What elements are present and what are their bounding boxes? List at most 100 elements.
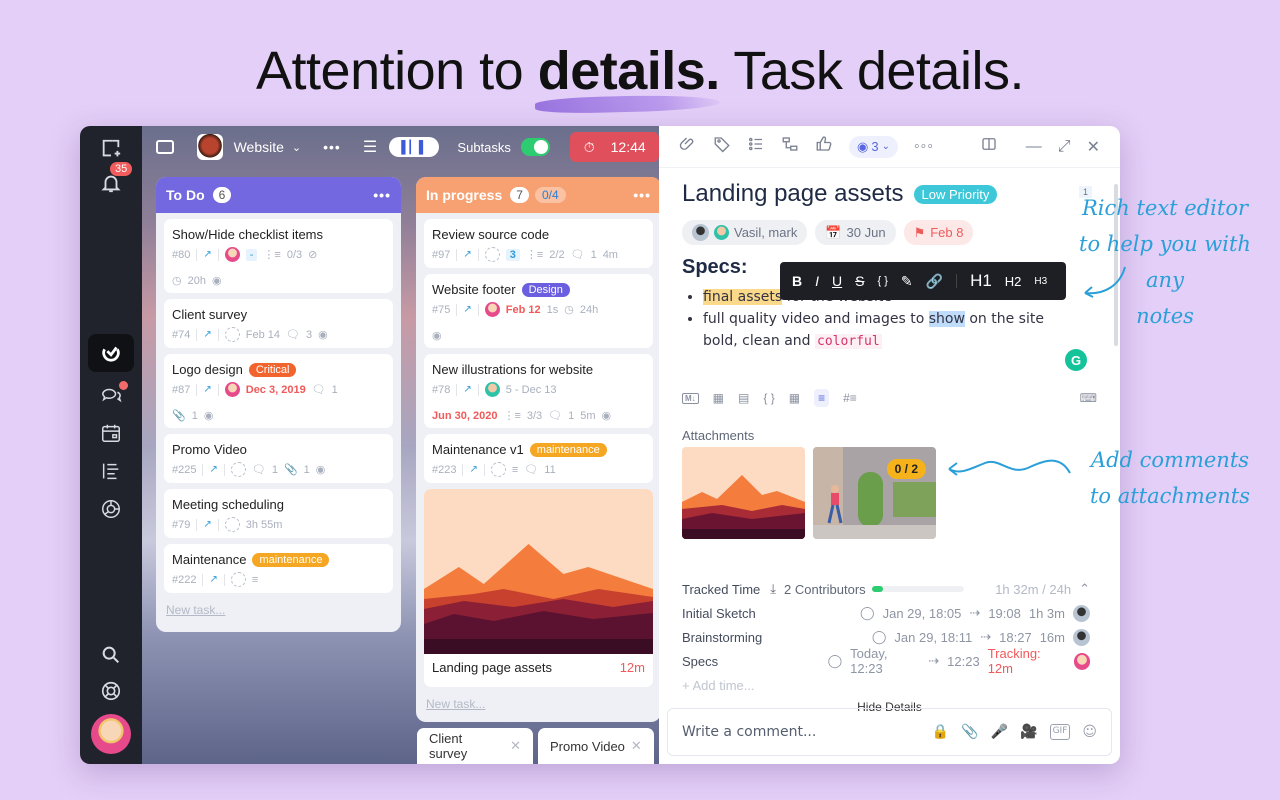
task-card-with-cover[interactable]: Landing page assets 12m (424, 489, 653, 687)
timer-button[interactable]: ⏱ 12:44 (570, 132, 659, 162)
paperclip-icon[interactable] (679, 135, 697, 158)
reports-icon[interactable] (100, 498, 122, 520)
underline-button[interactable]: U (832, 273, 842, 289)
priority-arrow-icon: ↗ (463, 384, 472, 395)
more-icon[interactable]: ◦◦◦ (914, 138, 934, 156)
task-card[interactable]: New illustrations for website #78 ↗ 5 - … (424, 354, 653, 428)
new-task-icon[interactable] (100, 138, 122, 160)
video-icon[interactable]: 🎥 (1020, 724, 1037, 740)
subtasks-toggle[interactable] (520, 138, 551, 156)
tracked-time-section: Tracked Time ⤓ 2 Contributors 1h 32m / 2… (682, 577, 1091, 697)
project-name[interactable]: Website (234, 139, 284, 155)
lock-icon[interactable]: 🔒 (932, 724, 949, 740)
thumbs-up-icon[interactable] (815, 135, 833, 158)
numbered-list-icon[interactable]: #≡ (843, 391, 857, 405)
priority-badge[interactable]: Low Priority (913, 184, 998, 204)
checklist-icon: ⋮≡ (263, 249, 281, 261)
image-icon[interactable]: ▦ (713, 391, 724, 405)
toggle-sidebar-icon[interactable] (156, 140, 174, 154)
italic-button[interactable]: I (815, 273, 819, 289)
subtasks-icon[interactable] (781, 135, 799, 158)
code-button[interactable]: { } (877, 275, 887, 287)
task-card[interactable]: Logo design Critical #87 ↗ Dec 3, 2019 🗨 1… (164, 354, 393, 428)
task-card[interactable]: Maintenance v1 maintenance #223 ↗ ≡ 🗨 11 (424, 434, 653, 483)
board-view-toggle[interactable]: ▌▏▌ (389, 137, 440, 157)
chevron-down-icon[interactable]: ⌄ (292, 141, 301, 154)
list-view-icon[interactable]: ☰ (363, 137, 377, 157)
close-icon[interactable]: ✕ (510, 738, 521, 754)
new-task-link[interactable]: New task... (416, 687, 661, 719)
task-card[interactable]: Meeting scheduling #79 ↗ 3h 55m (164, 489, 393, 538)
task-card[interactable]: Website footer Design #75 ↗ Feb 12 1s ◷ 24… (424, 274, 653, 348)
help-lifebuoy-icon[interactable] (100, 680, 122, 702)
due-date-chip[interactable]: ⚑ Feb 8 (903, 220, 974, 245)
assignees-chip[interactable]: Vasil, mark (682, 220, 808, 245)
gif-icon[interactable]: GIF (1049, 724, 1071, 740)
bullet-list-icon[interactable]: ≡ (814, 389, 830, 407)
emoji-icon[interactable]: ☺ (1082, 724, 1097, 740)
calendar-check-icon: 📅 (825, 224, 842, 240)
timer-value: 12:44 (610, 139, 646, 155)
code-block-icon[interactable]: { } (763, 391, 774, 405)
bold-button[interactable]: B (792, 273, 802, 289)
watchers-button[interactable]: ◉ 3 ⌄ (849, 135, 898, 158)
column-more-icon[interactable]: ••• (633, 187, 651, 203)
heading2-button[interactable]: H2 (1005, 274, 1022, 289)
dock-tab-promo-video[interactable]: Promo Video ✕ (538, 728, 654, 764)
markdown-icon[interactable]: M↓ (682, 392, 699, 404)
heading1-button[interactable]: H1 (970, 271, 992, 291)
grammarly-icon[interactable]: G (1065, 349, 1087, 371)
expand-icon[interactable]: ⤢ (1058, 138, 1071, 156)
task-card[interactable]: Maintenance maintenance #222 ↗ ≡ (164, 544, 393, 593)
comment-input[interactable]: Write a comment... 🔒 📎 🎤 🎥 GIF ☺ (667, 708, 1112, 756)
strikethrough-button[interactable]: S (855, 273, 864, 289)
checklist-icon[interactable] (747, 135, 765, 158)
time-entry-row[interactable]: Initial Sketch ◯ Jan 29, 18:05 ⇢ 19:08 1h 3m (682, 601, 1090, 625)
microphone-icon[interactable]: 🎤 (991, 724, 1008, 740)
task-card[interactable]: Client survey #74 ↗ Feb 14 🗨 3 ◉ (164, 299, 393, 348)
download-icon[interactable]: ⤓ (770, 581, 776, 597)
table-icon[interactable]: ▦ (789, 391, 800, 405)
search-icon[interactable] (100, 644, 122, 666)
column-more-icon[interactable]: ••• (373, 187, 391, 203)
comment-icon: 🗨 (570, 249, 585, 261)
highlight-icon[interactable]: ✎ (901, 273, 913, 290)
divider-icon[interactable]: ▤ (738, 391, 749, 405)
contributors-count[interactable]: 2 Contributors (784, 582, 866, 597)
tasks-nav[interactable] (88, 334, 134, 372)
time-entry-row[interactable]: Specs ◯ Today, 12:23 ⇢ 12:23 Tracking: 12m (682, 646, 1091, 676)
chat-icon[interactable] (100, 381, 128, 406)
close-icon[interactable]: ✕ (631, 738, 642, 754)
keyboard-icon[interactable]: ⌨ (1080, 391, 1097, 405)
new-task-link[interactable]: New task... (156, 593, 401, 625)
link-icon[interactable]: 🔗 (926, 273, 943, 290)
user-avatar[interactable] (91, 714, 131, 754)
task-title[interactable]: Landing page assets Low Priority (682, 180, 998, 208)
notifications-icon[interactable]: 35 (100, 162, 133, 194)
attachment-thumbnail[interactable] (682, 447, 805, 539)
close-icon[interactable]: ✕ (1087, 137, 1100, 157)
minimize-icon[interactable]: — (1026, 138, 1042, 156)
task-card[interactable]: Review source code #97 ↗ 3 ⋮≡ 2/2 🗨 1 4m (424, 219, 653, 268)
annotation-arrow-icon (1084, 266, 1126, 298)
notifications-badge: 35 (110, 162, 133, 176)
tag-design: Design (521, 282, 570, 297)
stopwatch-icon: ⏱ (583, 138, 595, 155)
task-card[interactable]: Show/Hide checklist items #80 ↗ - ⋮≡ 0/3 … (164, 219, 393, 293)
project-more-icon[interactable]: ••• (323, 139, 341, 155)
heading3-button[interactable]: H3 (1034, 276, 1047, 287)
tag-icon[interactable] (713, 135, 731, 158)
chevron-up-icon[interactable]: ⌃ (1079, 581, 1090, 597)
calendar-icon[interactable] (100, 422, 122, 444)
priority-arrow-icon: ↗ (203, 249, 212, 260)
paperclip-icon[interactable]: 📎 (961, 724, 978, 740)
attachment-comment-counter[interactable]: 0 / 2 (886, 459, 926, 479)
tasks-logo-icon (100, 342, 122, 364)
add-time-link[interactable]: + Add time... (682, 673, 1090, 697)
start-date-chip[interactable]: 📅 30 Jun (815, 220, 896, 245)
timeline-icon[interactable] (100, 460, 122, 482)
dock-tab-client-survey[interactable]: Client survey ✕ (417, 728, 533, 764)
attachment-thumbnail[interactable]: 0 / 2 (813, 447, 936, 539)
split-view-icon[interactable] (980, 135, 998, 158)
task-card[interactable]: Promo Video #225 ↗ 🗨 1 📎 1 ◉ (164, 434, 393, 483)
